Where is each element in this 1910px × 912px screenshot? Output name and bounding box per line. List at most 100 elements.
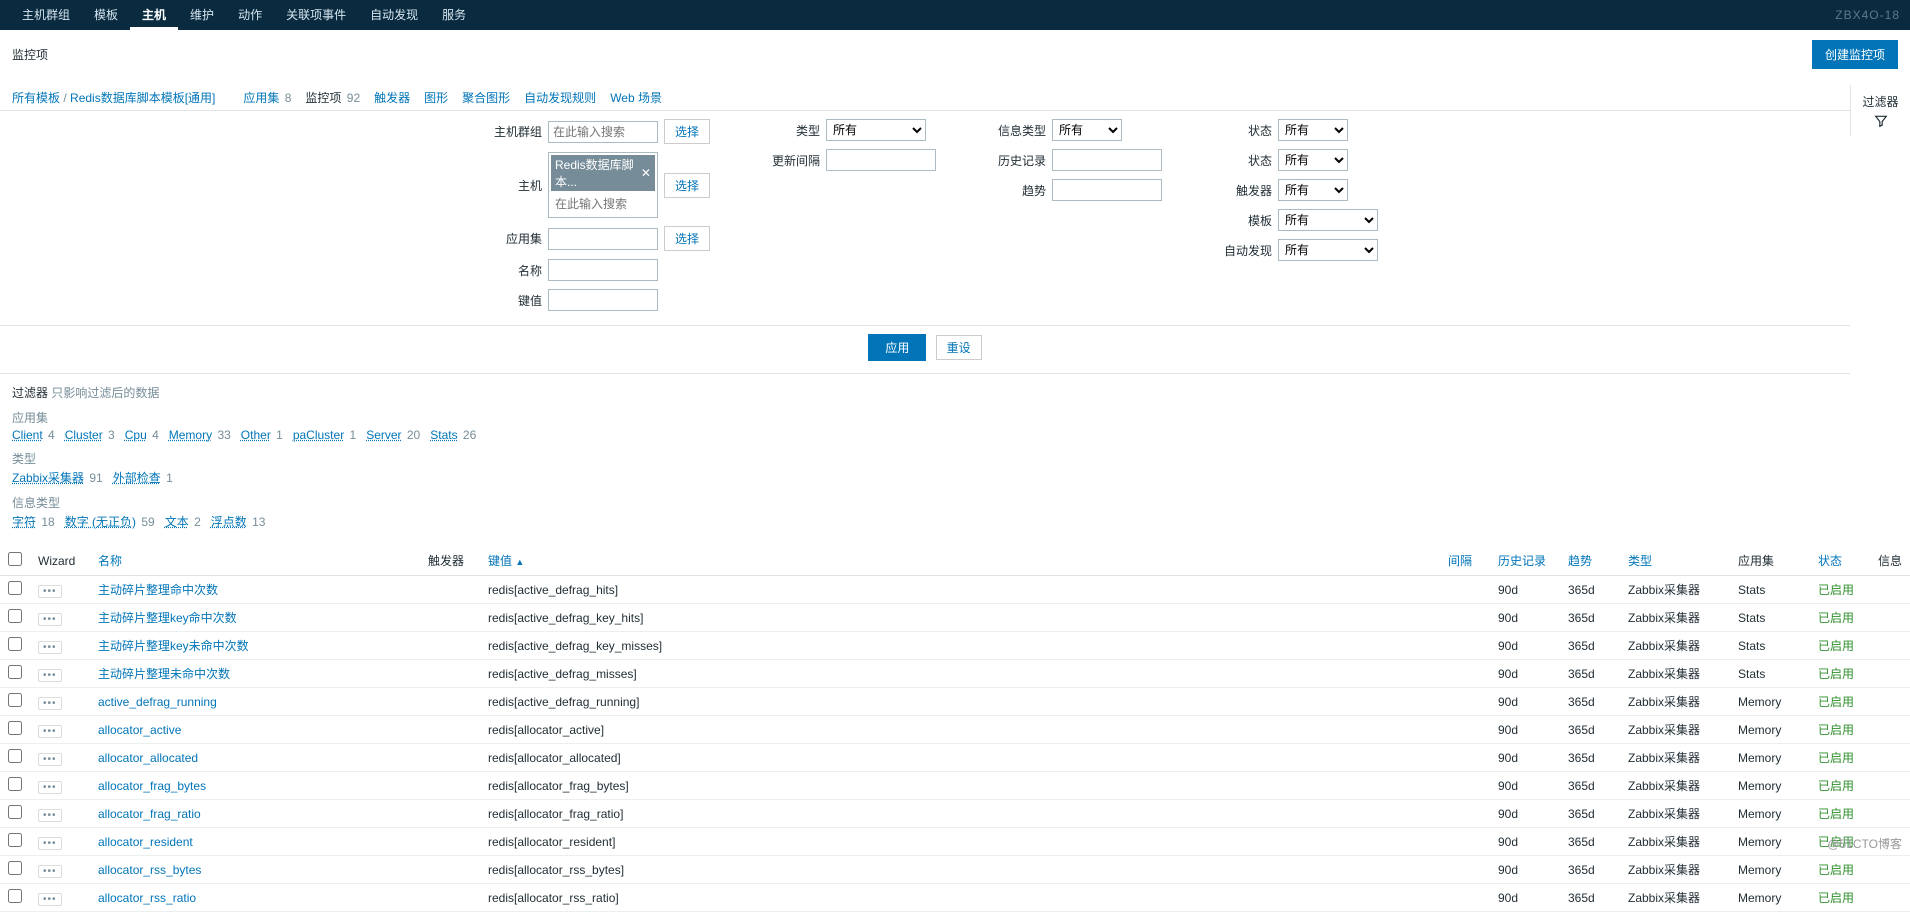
facet-link[interactable]: Memory <box>169 428 212 442</box>
row-checkbox[interactable] <box>8 749 22 763</box>
wizard-menu[interactable]: ••• <box>38 837 62 850</box>
row-checkbox[interactable] <box>8 693 22 707</box>
subnav-tab-3[interactable]: 图形 <box>424 91 448 105</box>
item-status-link[interactable]: 已启用 <box>1818 611 1854 625</box>
reset-button[interactable]: 重设 <box>936 335 982 360</box>
host-multiselect[interactable]: Redis数据库脚本...✕ <box>548 152 658 218</box>
facet-link[interactable]: Client <box>12 428 43 442</box>
facet-link[interactable]: 数字 (无正负) <box>65 515 136 529</box>
row-checkbox[interactable] <box>8 861 22 875</box>
type-select[interactable]: 所有 <box>826 119 926 141</box>
host-input[interactable] <box>551 193 655 215</box>
nav-item-3[interactable]: 维护 <box>178 0 226 30</box>
row-checkbox[interactable] <box>8 721 22 735</box>
wizard-menu[interactable]: ••• <box>38 613 62 626</box>
appset-select-button[interactable]: 选择 <box>664 226 710 251</box>
nav-item-6[interactable]: 自动发现 <box>358 0 430 30</box>
name-input[interactable] <box>548 259 658 281</box>
facet-link[interactable]: Other <box>241 428 271 442</box>
nav-item-0[interactable]: 主机群组 <box>10 0 82 30</box>
triggers-select[interactable]: 所有 <box>1278 179 1348 201</box>
close-icon[interactable]: ✕ <box>641 166 651 180</box>
item-name-link[interactable]: 主动碎片整理key未命中次数 <box>98 639 249 653</box>
subnav-tab-1[interactable]: 监控项 <box>305 91 341 105</box>
item-status-link[interactable]: 已启用 <box>1818 891 1854 905</box>
nav-item-5[interactable]: 关联项事件 <box>274 0 358 30</box>
nav-item-4[interactable]: 动作 <box>226 0 274 30</box>
subnav-tab-0[interactable]: 应用集 <box>243 91 279 105</box>
col-key[interactable]: 键值 ▲ <box>488 554 524 568</box>
row-checkbox[interactable] <box>8 665 22 679</box>
discovery-select[interactable]: 所有 <box>1278 239 1378 261</box>
item-name-link[interactable]: allocator_frag_bytes <box>98 779 206 793</box>
item-status-link[interactable]: 已启用 <box>1818 723 1854 737</box>
item-status-link[interactable]: 已启用 <box>1818 667 1854 681</box>
facet-link[interactable]: 外部检查 <box>113 471 161 485</box>
facet-link[interactable]: Server <box>366 428 401 442</box>
wizard-menu[interactable]: ••• <box>38 865 62 878</box>
item-status-link[interactable]: 已启用 <box>1818 863 1854 877</box>
wizard-menu[interactable]: ••• <box>38 585 62 598</box>
facet-link[interactable]: 文本 <box>165 515 189 529</box>
item-name-link[interactable]: 主动碎片整理未命中次数 <box>98 667 230 681</box>
trends-input[interactable] <box>1052 179 1162 201</box>
facet-link[interactable]: Cluster <box>65 428 103 442</box>
nav-item-2[interactable]: 主机 <box>130 0 178 30</box>
item-status-link[interactable]: 已启用 <box>1818 751 1854 765</box>
row-checkbox[interactable] <box>8 805 22 819</box>
item-name-link[interactable]: allocator_frag_ratio <box>98 807 201 821</box>
subnav-tab-4[interactable]: 聚合图形 <box>462 91 510 105</box>
facet-link[interactable]: 字符 <box>12 515 36 529</box>
col-status[interactable]: 状态 <box>1818 554 1842 568</box>
wizard-menu[interactable]: ••• <box>38 893 62 906</box>
breadcrumb-template[interactable]: Redis数据库脚本模板[通用] <box>70 91 215 105</box>
history-input[interactable] <box>1052 149 1162 171</box>
item-status-link[interactable]: 已启用 <box>1818 583 1854 597</box>
item-status-link[interactable]: 已启用 <box>1818 695 1854 709</box>
item-name-link[interactable]: allocator_rss_bytes <box>98 863 201 877</box>
item-status-link[interactable]: 已启用 <box>1818 807 1854 821</box>
col-interval[interactable]: 间隔 <box>1448 554 1472 568</box>
item-name-link[interactable]: active_defrag_running <box>98 695 217 709</box>
template-select[interactable]: 所有 <box>1278 209 1378 231</box>
state-select[interactable]: 所有 <box>1278 119 1348 141</box>
item-status-link[interactable]: 已启用 <box>1818 639 1854 653</box>
row-checkbox[interactable] <box>8 609 22 623</box>
select-all-checkbox[interactable] <box>8 552 22 566</box>
subnav-tab-5[interactable]: 自动发现规则 <box>524 91 596 105</box>
key-input[interactable] <box>548 289 658 311</box>
infotype-select[interactable]: 所有 <box>1052 119 1122 141</box>
item-name-link[interactable]: allocator_active <box>98 723 181 737</box>
col-type[interactable]: 类型 <box>1628 554 1652 568</box>
hostgroup-select-button[interactable]: 选择 <box>664 119 710 144</box>
status-select[interactable]: 所有 <box>1278 149 1348 171</box>
facet-link[interactable]: Stats <box>430 428 457 442</box>
item-name-link[interactable]: 主动碎片整理key命中次数 <box>98 611 237 625</box>
row-checkbox[interactable] <box>8 581 22 595</box>
item-name-link[interactable]: allocator_resident <box>98 835 193 849</box>
item-name-link[interactable]: 主动碎片整理命中次数 <box>98 583 218 597</box>
row-checkbox[interactable] <box>8 637 22 651</box>
item-name-link[interactable]: allocator_rss_ratio <box>98 891 196 905</box>
facet-link[interactable]: Cpu <box>125 428 147 442</box>
host-tag[interactable]: Redis数据库脚本...✕ <box>551 155 655 191</box>
item-status-link[interactable]: 已启用 <box>1818 779 1854 793</box>
facet-link[interactable]: 浮点数 <box>211 515 247 529</box>
hostgroup-input[interactable] <box>548 121 658 143</box>
col-trends[interactable]: 趋势 <box>1568 554 1592 568</box>
facet-link[interactable]: Zabbix采集器 <box>12 471 84 485</box>
col-history[interactable]: 历史记录 <box>1498 554 1546 568</box>
wizard-menu[interactable]: ••• <box>38 641 62 654</box>
wizard-menu[interactable]: ••• <box>38 753 62 766</box>
apply-button[interactable]: 应用 <box>868 334 926 361</box>
col-name[interactable]: 名称 <box>98 554 122 568</box>
facet-link[interactable]: paCluster <box>293 428 344 442</box>
appset-input[interactable] <box>548 228 658 250</box>
wizard-menu[interactable]: ••• <box>38 697 62 710</box>
row-checkbox[interactable] <box>8 777 22 791</box>
row-checkbox[interactable] <box>8 889 22 903</box>
wizard-menu[interactable]: ••• <box>38 781 62 794</box>
subnav-tab-6[interactable]: Web 场景 <box>610 91 662 105</box>
interval-input[interactable] <box>826 149 936 171</box>
item-name-link[interactable]: allocator_allocated <box>98 751 198 765</box>
